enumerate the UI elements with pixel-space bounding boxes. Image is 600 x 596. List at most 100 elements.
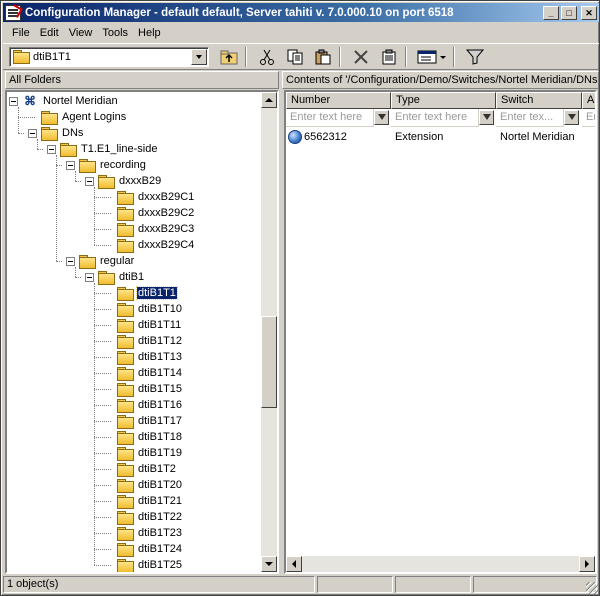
column-header-switch[interactable]: Switch [496, 92, 582, 109]
tree-node[interactable]: dxxxB29C2 [104, 205, 195, 221]
collapse-toggle-icon[interactable] [66, 256, 75, 266]
cut-button[interactable] [255, 46, 279, 68]
table-row[interactable]: 6562312 Extension Nortel Meridian [286, 129, 595, 146]
tree-node-label: dtiB1T21 [138, 495, 183, 507]
collapse-toggle-icon[interactable] [85, 176, 94, 186]
tree-connector [56, 261, 62, 262]
tree-node[interactable]: regular [66, 253, 135, 269]
status-pane [317, 576, 393, 593]
tree-node[interactable]: dtiB1T22 [104, 509, 183, 525]
filter-icon[interactable] [374, 110, 389, 125]
filter-button[interactable] [463, 46, 487, 68]
maximize-button[interactable]: □ [561, 5, 577, 20]
scrollbar-thumb[interactable] [261, 316, 277, 408]
scroll-left-button[interactable] [286, 556, 302, 572]
tree-node[interactable]: dtiB1T11 [104, 317, 182, 333]
app-icon[interactable] [5, 4, 21, 21]
close-button[interactable]: ✕ [581, 5, 597, 20]
tree-node-label: dtiB1T20 [138, 479, 183, 491]
menu-help[interactable]: Help [133, 27, 166, 39]
delete-button[interactable] [349, 46, 373, 68]
tree-node[interactable]: dtiB1T1 [104, 285, 178, 301]
folder-icon [98, 270, 115, 285]
collapse-toggle-icon[interactable] [9, 96, 18, 106]
folder-icon [117, 350, 134, 365]
tree-node[interactable]: dtiB1T20 [104, 477, 183, 493]
toolbar-separator [453, 46, 455, 67]
tree-node[interactable]: dtiB1T24 [104, 541, 183, 557]
column-header-al[interactable]: Al [582, 92, 595, 109]
menu-view[interactable]: View [64, 27, 98, 39]
scroll-right-button[interactable] [579, 556, 595, 572]
folder-icon [117, 430, 134, 445]
view-button[interactable] [415, 46, 449, 68]
filter-icon[interactable] [479, 110, 494, 125]
tree-node[interactable]: dtiB1T21 [104, 493, 183, 509]
folder-tree[interactable]: ⌘ Nortel Meridian Agent Logins DNs T1.E1_lin… [5, 90, 279, 574]
folder-icon [117, 510, 134, 525]
tree-node[interactable]: dtiB1T16 [104, 397, 183, 413]
location-combo[interactable]: dtiB1T1 [9, 46, 209, 67]
view-icon [417, 50, 446, 63]
minimize-button[interactable]: _ [543, 5, 559, 20]
filter-icon[interactable] [564, 110, 579, 125]
folder-icon [117, 462, 134, 477]
tree-node[interactable]: dtiB1T17 [104, 413, 183, 429]
filter-input-number[interactable]: Enter text here [286, 109, 374, 127]
tree-node-label: dtiB1T13 [138, 351, 183, 363]
tree-node-label: dtiB1 [119, 271, 145, 283]
tree-vertical-scrollbar[interactable] [261, 92, 277, 572]
tree-node[interactable]: dtiB1T15 [104, 381, 183, 397]
collapse-toggle-icon[interactable] [47, 144, 56, 154]
copy-button[interactable] [283, 46, 307, 68]
tree-node[interactable]: dxxxB29 [85, 173, 162, 189]
resize-grip[interactable] [586, 582, 598, 594]
filter-input-switch[interactable]: Enter tex... [496, 109, 564, 127]
tree-node[interactable]: dxxxB29C3 [104, 221, 195, 237]
tree-node[interactable]: recording [66, 157, 147, 173]
tree-node[interactable]: dtiB1T12 [104, 333, 183, 349]
tree-node[interactable]: T1.E1_line-side [47, 141, 158, 157]
filter-input-al[interactable]: Ent [582, 109, 595, 127]
scroll-down-button[interactable] [261, 556, 277, 572]
status-text: 1 object(s) [3, 576, 315, 593]
folder-icon [117, 494, 134, 509]
filter-input-type[interactable]: Enter text here [391, 109, 479, 127]
folder-icon [117, 478, 134, 493]
tree-node[interactable]: dxxxB29C4 [104, 237, 195, 253]
properties-button[interactable] [377, 46, 401, 68]
menu-edit[interactable]: Edit [35, 27, 64, 39]
menu-tools[interactable]: Tools [97, 27, 133, 39]
tree-node[interactable]: dtiB1T13 [104, 349, 183, 365]
collapse-toggle-icon[interactable] [66, 160, 75, 170]
collapse-toggle-icon[interactable] [85, 272, 94, 282]
tree-node[interactable]: dtiB1T23 [104, 525, 183, 541]
dn-icon [288, 130, 302, 144]
cell-switch: Nortel Meridian [500, 131, 575, 143]
tree-node[interactable]: dtiB1T25 [104, 557, 183, 572]
scroll-up-button[interactable] [261, 92, 277, 108]
tree-node[interactable]: dtiB1T18 [104, 429, 183, 445]
column-header-number[interactable]: Number [286, 92, 391, 109]
tree-node[interactable]: dtiB1T10 [104, 301, 183, 317]
contents-list[interactable]: Number Type Switch Al Enter text here En… [284, 90, 597, 574]
tree-node[interactable]: dtiB1T19 [104, 445, 183, 461]
tree-node[interactable]: DNs [28, 125, 84, 141]
paste-button[interactable] [311, 46, 335, 68]
folder-icon [117, 238, 134, 253]
tree-node[interactable]: dxxxB29C1 [104, 189, 195, 205]
tree-node[interactable]: ⌘ Nortel Meridian [9, 93, 119, 109]
tree-connector [75, 181, 81, 182]
title-bar[interactable]: Configuration Manager - default default,… [3, 3, 599, 22]
menu-file[interactable]: File [7, 27, 35, 39]
collapse-toggle-icon[interactable] [28, 128, 37, 138]
tree-node[interactable]: Agent Logins [28, 109, 127, 125]
column-header-type[interactable]: Type [391, 92, 496, 109]
tree-node[interactable]: dtiB1 [85, 269, 145, 285]
tree-node[interactable]: dtiB1T14 [104, 365, 183, 381]
folder-icon [117, 302, 134, 317]
tree-node[interactable]: dtiB1T2 [104, 461, 177, 477]
up-folder-button[interactable] [217, 46, 241, 68]
chevron-down-icon[interactable] [191, 48, 207, 65]
list-horizontal-scrollbar[interactable] [286, 556, 595, 572]
